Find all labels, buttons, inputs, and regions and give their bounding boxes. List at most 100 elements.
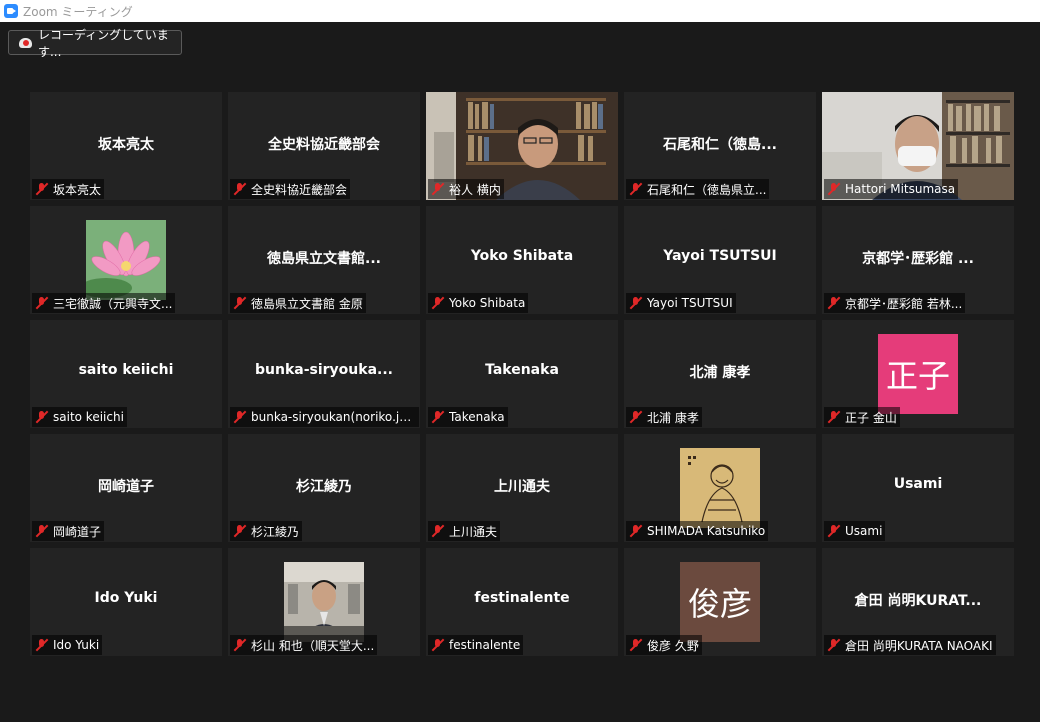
participant-name: 正子 金山 [845,410,897,425]
participant-tile[interactable]: Usami Usami [822,434,1014,542]
participant-display-name: Yoko Shibata [470,248,574,264]
avatar: 俊彦 [680,562,760,642]
muted-microphone-icon [630,182,641,196]
participant-name-label: Hattori Mitsumasa [824,179,959,199]
participant-tile[interactable]: Ido Yuki Ido Yuki [30,548,222,656]
participant-tile[interactable]: 京都学･歴彩館 ... 京都学･歴彩館 若林... [822,206,1014,314]
participant-name: Takenaka [449,410,505,424]
muted-microphone-icon [432,524,443,538]
muted-microphone-icon [828,410,839,424]
muted-microphone-icon [432,638,443,652]
muted-microphone-icon [630,296,641,310]
participant-display-name: 坂本亮太 [98,137,154,153]
participant-tile[interactable]: 岡崎道子 岡崎道子 [30,434,222,542]
window-title: Zoom ミーティング [23,4,133,19]
muted-microphone-icon [828,638,839,652]
participant-name: 倉田 尚明KURATA NAOAKI [845,638,993,653]
window-titlebar: Zoom ミーティング [0,0,1040,22]
participant-tile[interactable]: Yayoi TSUTSUI Yayoi TSUTSUI [624,206,816,314]
participant-tile[interactable]: bunka-siryouka... bunka-siryoukan(noriko.… [228,320,420,428]
participant-tile[interactable]: 倉田 尚明KURAT... 倉田 尚明KURATA NAOAKI [822,548,1014,656]
participant-tile[interactable]: 俊彦 俊彦 久野 [624,548,816,656]
participant-name: 石尾和仁（徳島県立... [647,182,767,197]
participant-display-name: 全史料協近畿部会 [268,137,380,153]
participant-name-label: 京都学･歴彩館 若林... [824,293,966,313]
cloud-record-icon [19,37,32,48]
participant-name-label: 岡崎道子 [32,521,105,541]
participant-name-label: 三宅徹誠（元興寺文... [32,293,176,313]
participant-display-name: 倉田 尚明KURAT... [854,593,982,609]
participant-tile[interactable]: 石尾和仁（徳島... 石尾和仁（徳島県立... [624,92,816,200]
participant-name-label: Usami [824,521,886,541]
participant-tile[interactable]: festinalente festinalente [426,548,618,656]
profile-picture [680,448,760,528]
participant-name: bunka-siryoukan(noriko.jok... [251,410,416,424]
participant-name-label: bunka-siryoukan(noriko.jok... [230,407,419,427]
participant-name-label: 杉山 和也（順天堂大... [230,635,378,655]
participant-name: 全史料協近畿部会 [251,182,348,197]
participant-tile[interactable]: SHIMADA Katsuhiko [624,434,816,542]
participant-name-label: 石尾和仁（徳島県立... [626,179,770,199]
participant-tile[interactable]: Hattori Mitsumasa [822,92,1014,200]
participant-display-name: bunka-siryouka... [255,362,393,378]
participant-tile[interactable]: saito keiichi saito keiichi [30,320,222,428]
participant-name-label: 正子 金山 [824,407,900,427]
participant-tile[interactable]: 杉山 和也（順天堂大... [228,548,420,656]
participant-name-label: Yoko Shibata [428,293,529,313]
participant-name: Yoko Shibata [449,296,526,310]
participant-name: 裕人 横内 [449,182,501,197]
participant-name-label: 倉田 尚明KURATA NAOAKI [824,635,996,655]
muted-microphone-icon [234,524,245,538]
participant-name-label: 坂本亮太 [32,179,105,199]
profile-picture [284,562,364,642]
participant-tile[interactable]: 裕人 横内 [426,92,618,200]
participant-name: 俊彦 久野 [647,638,699,653]
muted-microphone-icon [234,296,245,310]
participant-tile[interactable]: 杉江綾乃 杉江綾乃 [228,434,420,542]
muted-microphone-icon [828,182,839,196]
muted-microphone-icon [630,638,641,652]
participant-tile[interactable]: 全史料協近畿部会 全史料協近畿部会 [228,92,420,200]
participant-tile[interactable]: 北浦 康孝 北浦 康孝 [624,320,816,428]
participant-tile[interactable]: Yoko Shibata Yoko Shibata [426,206,618,314]
participant-tile[interactable]: 正子 正子 金山 [822,320,1014,428]
participant-tile[interactable]: Takenaka Takenaka [426,320,618,428]
participant-display-name: 上川通夫 [494,479,550,495]
muted-microphone-icon [36,182,47,196]
recording-label: レコーディングしています... [37,27,169,59]
muted-microphone-icon [630,410,641,424]
participant-name-label: Ido Yuki [32,635,103,655]
participant-name: SHIMADA Katsuhiko [647,524,766,538]
participant-name-label: 俊彦 久野 [626,635,702,655]
participant-name: 徳島県立文書館 金原 [251,296,363,311]
participant-name-label: 徳島県立文書館 金原 [230,293,366,313]
participant-name: saito keiichi [53,410,124,424]
participant-name: Yayoi TSUTSUI [647,296,733,310]
participant-name-label: 全史料協近畿部会 [230,179,351,199]
participant-tile[interactable]: 徳島県立文書館... 徳島県立文書館 金原 [228,206,420,314]
muted-microphone-icon [36,410,47,424]
participant-name-label: 裕人 横内 [428,179,504,199]
avatar: 正子 [878,334,958,414]
profile-picture [86,220,166,300]
participant-tile[interactable]: 上川通夫 上川通夫 [426,434,618,542]
participant-tile[interactable]: 三宅徹誠（元興寺文... [30,206,222,314]
participant-name: 杉江綾乃 [251,524,300,539]
muted-microphone-icon [432,182,443,196]
participant-display-name: 岡崎道子 [98,479,154,495]
participant-name: Hattori Mitsumasa [845,182,956,196]
participant-name: Ido Yuki [53,638,100,652]
participant-display-name: Usami [893,476,943,492]
participant-tile[interactable]: 坂本亮太 坂本亮太 [30,92,222,200]
participant-name-label: saito keiichi [32,407,127,427]
recording-indicator-button[interactable]: レコーディングしています... [8,28,182,59]
muted-microphone-icon [828,524,839,538]
participant-display-name: 京都学･歴彩館 ... [862,251,974,267]
muted-microphone-icon [234,410,245,424]
participant-display-name: 北浦 康孝 [689,365,751,381]
muted-microphone-icon [630,524,641,538]
participant-name-label: Takenaka [428,407,508,427]
participant-display-name: saito keiichi [78,362,174,378]
participant-display-name: 石尾和仁（徳島... [663,137,777,153]
participant-name-label: 北浦 康孝 [626,407,702,427]
